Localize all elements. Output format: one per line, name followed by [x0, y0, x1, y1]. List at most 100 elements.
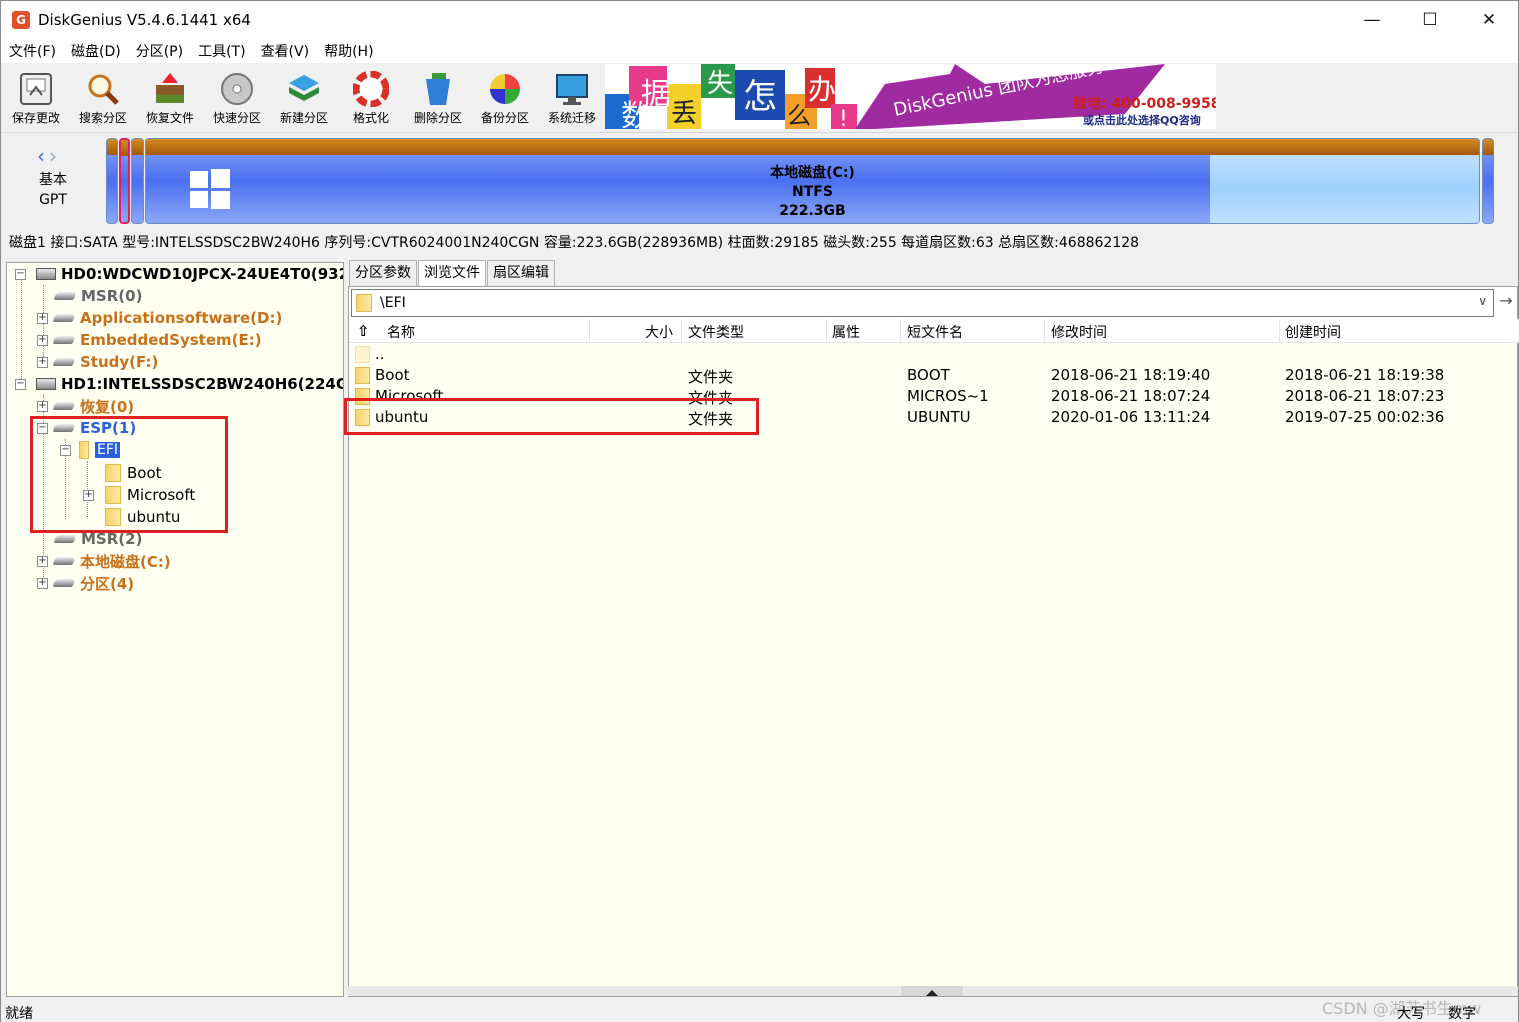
quick-partition-button[interactable]: 快速分区: [204, 67, 270, 129]
col-attributes[interactable]: 属性: [832, 322, 860, 342]
file-list: .. Boot 文件夹 BOOT 2018-06-21 18:19:40 201…: [349, 343, 1516, 991]
tree-hd0-f[interactable]: + Study(F:): [37, 351, 158, 373]
partition-icon: [52, 314, 76, 322]
disc-icon: [219, 71, 255, 107]
folder-up-icon: [355, 346, 370, 363]
menu-bar: 文件(F) 磁盘(D) 分区(P) 工具(T) 查看(V) 帮助(H): [1, 39, 1518, 63]
highlight-box-tree: [30, 416, 228, 533]
caps-indicator: 大写: [1397, 1006, 1425, 1022]
trash-icon: [420, 71, 456, 107]
expand-icon[interactable]: +: [37, 356, 48, 368]
file-row[interactable]: Boot 文件夹 BOOT 2018-06-21 18:19:40 2018-0…: [349, 365, 1509, 386]
disk-map: ‹› 基本 GPT 本地磁盘(C:) NTFS 222.3GB: [1, 134, 1518, 230]
partition-icon: [52, 358, 76, 366]
close-button[interactable]: ✕: [1460, 1, 1518, 39]
partition-bar-recovery[interactable]: [106, 138, 118, 224]
expand-icon[interactable]: +: [37, 334, 48, 346]
maximize-button[interactable]: ☐: [1401, 1, 1459, 39]
expand-icon[interactable]: +: [37, 312, 48, 324]
tree-hd1-c[interactable]: + 本地磁盘(C:): [37, 550, 171, 572]
partition-icon: [52, 557, 76, 565]
tree-hd1[interactable]: − HD1:INTELSSDSC2BW240H6(224GB): [15, 373, 343, 395]
tree-hd0-d[interactable]: + Applicationsoftware(D:): [37, 307, 282, 329]
hard-disk-icon: [36, 268, 56, 280]
chevron-down-icon[interactable]: ∨: [1478, 294, 1487, 308]
recover-files-button[interactable]: 恢复文件: [137, 67, 203, 129]
col-modified[interactable]: 修改时间: [1051, 322, 1107, 342]
backup-partition-button[interactable]: 备份分区: [472, 67, 538, 129]
tree-hd0-e[interactable]: + EmbeddedSystem(E:): [37, 329, 262, 351]
tab-sector-editor[interactable]: 扇区编辑: [487, 260, 555, 286]
disk-nav-arrows[interactable]: ‹›: [37, 144, 61, 168]
delete-partition-button[interactable]: 删除分区: [405, 67, 471, 129]
tree-hd0[interactable]: − HD0:WDCWD10JPCX-24UE4T0(932GB): [15, 263, 343, 285]
menu-disk[interactable]: 磁盘(D): [63, 41, 128, 61]
col-created[interactable]: 创建时间: [1285, 322, 1341, 342]
disk-type-label: 基本 GPT: [39, 172, 67, 208]
new-partition-icon: [286, 71, 322, 107]
partition-icon: [52, 336, 76, 344]
tree-hd1-recover[interactable]: + 恢复(0): [37, 395, 134, 417]
partition-bar-esp[interactable]: [119, 138, 130, 224]
migrate-icon: [554, 71, 590, 107]
tab-bar: 分区参数 浏览文件 扇区编辑: [349, 260, 556, 287]
collapse-icon[interactable]: −: [15, 378, 26, 390]
expand-icon[interactable]: +: [37, 400, 48, 412]
new-partition-button[interactable]: 新建分区: [271, 67, 337, 129]
save-icon: [18, 71, 54, 107]
next-disk-icon[interactable]: ›: [49, 144, 61, 168]
tab-browse-files[interactable]: 浏览文件: [418, 260, 486, 287]
partition-icon: [52, 402, 76, 410]
backup-icon: [487, 71, 523, 107]
partition-bar-c[interactable]: 本地磁盘(C:) NTFS 222.3GB: [145, 138, 1480, 224]
system-migration-button[interactable]: 系统迁移: [539, 67, 605, 129]
up-folder-icon[interactable]: ⇧: [357, 322, 370, 340]
banner-char-2: 据: [641, 77, 671, 112]
col-short-name[interactable]: 短文件名: [907, 322, 963, 342]
path-text: \EFI: [380, 295, 406, 311]
expand-icon[interactable]: +: [37, 577, 48, 589]
disk-tree: − HD0:WDCWD10JPCX-24UE4T0(932GB) MSR(0) …: [6, 262, 344, 997]
col-type[interactable]: 文件类型: [688, 322, 744, 342]
col-name[interactable]: 名称: [387, 322, 415, 342]
tree-hd1-part4[interactable]: + 分区(4): [37, 572, 134, 594]
folder-icon: [356, 294, 372, 312]
menu-partition[interactable]: 分区(P): [128, 41, 190, 61]
expand-icon[interactable]: +: [37, 555, 48, 567]
partition-icon: [53, 535, 77, 543]
hard-disk-icon: [36, 378, 56, 390]
menu-view[interactable]: 查看(V): [253, 41, 317, 61]
format-button[interactable]: 格式化: [338, 67, 404, 129]
go-arrow-icon[interactable]: →: [1496, 291, 1516, 315]
minimize-button[interactable]: —: [1343, 1, 1401, 39]
tree-hd0-msr[interactable]: MSR(0): [53, 285, 142, 307]
partition-icon: [53, 292, 77, 300]
banner-char-8: !: [839, 107, 848, 129]
partition-bar-msr[interactable]: [131, 138, 144, 224]
save-changes-button[interactable]: 保存更改: [3, 67, 69, 129]
status-bar: 就绪 CSDN @湖苏书生mw 大写 数字: [1, 999, 1518, 1022]
menu-help[interactable]: 帮助(H): [316, 41, 380, 61]
col-size[interactable]: 大小: [645, 322, 673, 342]
highlight-box-file: [344, 398, 759, 435]
banner-char-5: 怎: [743, 77, 777, 117]
menu-file[interactable]: 文件(F): [1, 41, 63, 61]
format-icon: [352, 70, 390, 108]
ad-banner[interactable]: 数 据 丢 失 怎 么 办 ! DiskGenius 团队为您服务 致电: 40…: [605, 64, 1216, 129]
banner-qq: 或点击此处选择QQ咨询: [1083, 113, 1201, 127]
path-combobox[interactable]: \EFI ∨: [351, 289, 1494, 317]
collapse-icon[interactable]: −: [15, 268, 26, 280]
folder-icon: [355, 367, 370, 384]
search-partition-button[interactable]: 搜索分区: [70, 67, 136, 129]
prev-disk-icon[interactable]: ‹: [37, 144, 49, 168]
partition-bar-4[interactable]: [1482, 138, 1494, 224]
splitter-grip[interactable]: [901, 986, 963, 996]
tab-partition-params[interactable]: 分区参数: [349, 260, 417, 286]
menu-tools[interactable]: 工具(T): [190, 41, 252, 61]
file-row-parent[interactable]: ..: [349, 344, 1509, 365]
recover-icon: [152, 71, 188, 107]
banner-char-3: 丢: [671, 99, 697, 129]
search-icon: [85, 71, 121, 107]
partition-c-label: 本地磁盘(C:) NTFS 222.3GB: [770, 165, 855, 219]
num-indicator: 数字: [1448, 1006, 1476, 1022]
